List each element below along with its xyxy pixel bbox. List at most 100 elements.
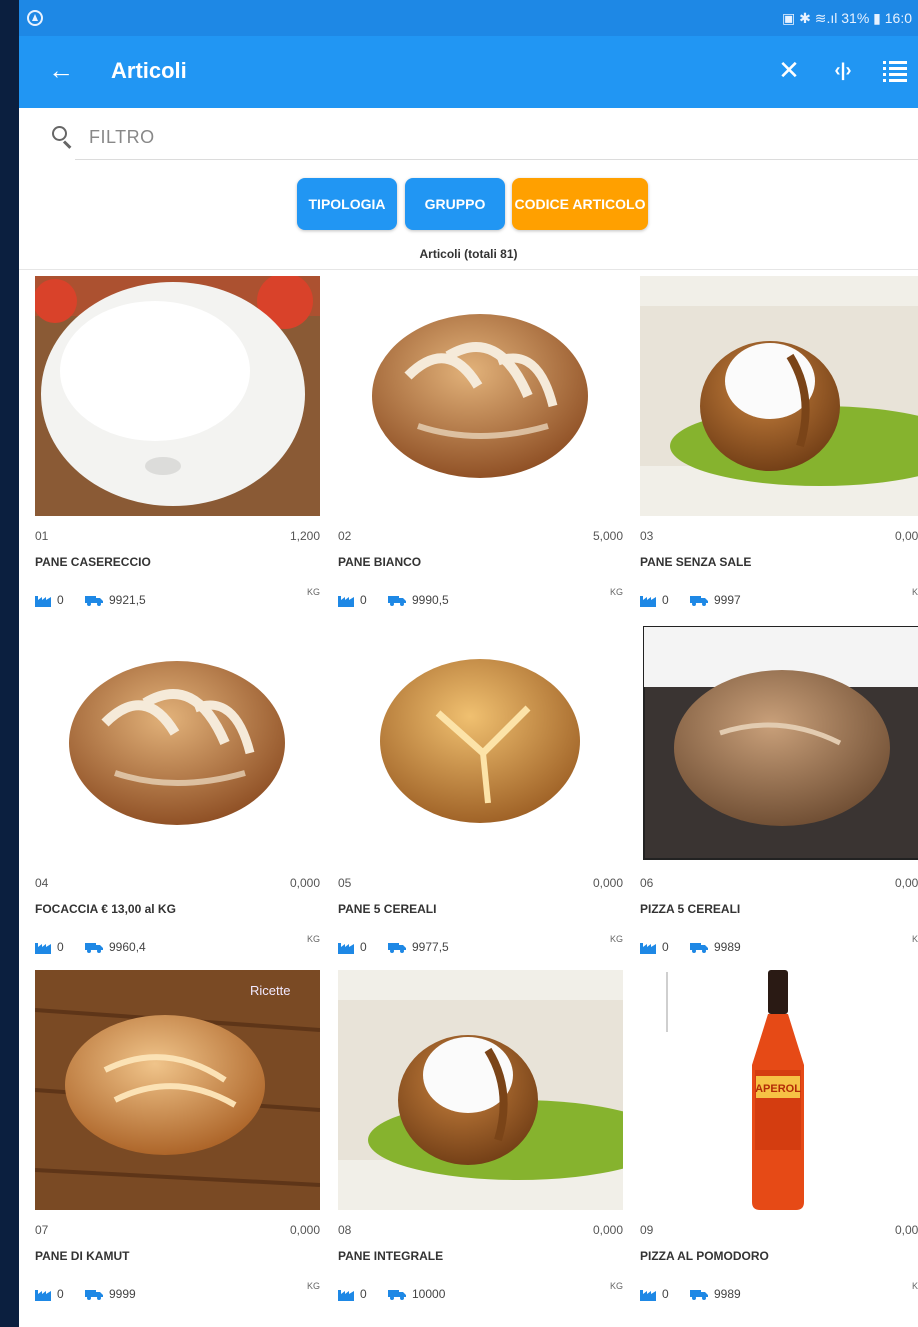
product-image[interactable] [338, 623, 623, 863]
truck-icon [690, 596, 708, 606]
product-code: 06 [640, 876, 654, 890]
availability-value: 9997 [714, 593, 741, 607]
product-image[interactable]: APEROL [640, 970, 918, 1210]
product-code: 07 [35, 1223, 49, 1237]
product-unit: KG [609, 587, 623, 597]
truck-icon [85, 1290, 103, 1300]
stock-value: 0 [57, 593, 64, 607]
product-code: 08 [338, 1223, 352, 1237]
codice-articolo-button[interactable]: CODICE ARTICOLO [512, 178, 648, 230]
truck-icon [690, 1290, 708, 1300]
product-name: PANE SENZA SALE [640, 555, 752, 569]
truck-icon [388, 1290, 406, 1300]
product-image[interactable] [35, 623, 320, 863]
availability-value: 9977,5 [412, 940, 449, 954]
truck-icon [388, 596, 406, 606]
filter-input[interactable] [75, 116, 918, 160]
product-image[interactable]: Ricette [35, 970, 320, 1210]
split-view-icon[interactable]: ‹|› [829, 56, 857, 84]
stock-value: 0 [360, 593, 367, 607]
product-card[interactable]: 06 0,000 PIZZA 5 CEREALI KG 0 9989 [640, 623, 918, 971]
factory-icon [35, 1290, 51, 1301]
product-image[interactable] [338, 276, 623, 516]
product-card[interactable]: 05 0,000 PANE 5 CEREALI KG 0 9977,5 [338, 623, 623, 971]
factory-icon [640, 596, 656, 607]
stock-value: 0 [662, 1287, 669, 1301]
product-image[interactable] [35, 276, 320, 516]
product-unit: KG [306, 934, 320, 944]
search-icon [52, 126, 74, 149]
product-unit: KG [306, 587, 320, 597]
product-name: PIZZA AL POMODORO [640, 1249, 769, 1263]
factory-icon [640, 1290, 656, 1301]
list-icon[interactable] [883, 58, 907, 82]
truck-icon [388, 943, 406, 953]
product-name: PANE INTEGRALE [338, 1249, 444, 1263]
product-unit: KG [306, 1281, 320, 1291]
product-name: PIZZA 5 CEREALI [640, 902, 741, 916]
product-quantity: 0,000 [592, 1223, 623, 1237]
product-image[interactable] [338, 970, 623, 1210]
product-card[interactable]: 03 0,000 PANE SENZA SALE KG 0 9997 [640, 276, 918, 624]
product-card[interactable]: 04 0,000 FOCACCIA € 13,00 al KG KG 0 996… [35, 623, 320, 971]
product-quantity: 0,000 [592, 876, 623, 890]
product-code: 05 [338, 876, 352, 890]
watermark-text: Ricette [250, 983, 290, 998]
app-screen: ▣ ✱ ≋.ıl 31% ▮ 16:0 ← Articoli ✕ ‹|› TIP… [19, 0, 918, 1327]
product-name: PANE CASERECCIO [35, 555, 151, 569]
stock-value: 0 [57, 1287, 64, 1301]
availability-value: 9989 [714, 940, 741, 954]
product-card[interactable]: 02 5,000 PANE BIANCO KG 0 9990,5 [338, 276, 623, 624]
stock-value: 0 [360, 940, 367, 954]
availability-value: 10000 [412, 1287, 446, 1301]
product-card[interactable]: Ricette 07 0,000 PANE DI KAMUT KG 0 9999 [35, 970, 320, 1318]
truck-icon [85, 943, 103, 953]
product-quantity: 5,000 [592, 529, 623, 543]
tipologia-button[interactable]: TIPOLOGIA [297, 178, 397, 230]
product-unit: KG [911, 587, 918, 597]
stock-value: 0 [662, 940, 669, 954]
product-code: 04 [35, 876, 49, 890]
notification-icon [27, 10, 43, 26]
product-quantity: 0,000 [894, 876, 918, 890]
factory-icon [35, 943, 51, 954]
availability-value: 9921,5 [109, 593, 146, 607]
factory-icon [338, 943, 354, 954]
product-unit: KG [911, 1281, 918, 1291]
svg-text:APEROL: APEROL [755, 1083, 801, 1095]
search-bar [19, 108, 918, 164]
product-card[interactable]: 01 1,200 PANE CASERECCIO KG 0 9921,5 [35, 276, 320, 624]
status-bar: ▣ ✱ ≋.ıl 31% ▮ 16:0 [19, 0, 918, 36]
product-quantity: 0,000 [894, 529, 918, 543]
close-icon[interactable]: ✕ [775, 56, 803, 84]
product-unit: KG [609, 934, 623, 944]
product-code: 03 [640, 529, 654, 543]
stock-value: 0 [57, 940, 64, 954]
product-name: PANE DI KAMUT [35, 1249, 130, 1263]
product-quantity: 0,000 [894, 1223, 918, 1237]
status-indicators: ▣ ✱ ≋.ıl 31% ▮ 16:0 [782, 10, 912, 26]
product-code: 09 [640, 1223, 654, 1237]
product-name: FOCACCIA € 13,00 al KG [35, 902, 176, 916]
availability-value: 9990,5 [412, 593, 449, 607]
product-quantity: 1,200 [289, 529, 320, 543]
app-bar: ← Articoli ✕ ‹|› [19, 36, 918, 108]
truck-icon [85, 596, 103, 606]
total-count-label: Articoli (totali 81) [419, 247, 518, 261]
availability-value: 9999 [109, 1287, 136, 1301]
product-card[interactable]: APEROL 09 0,000 PIZZA AL POMODORO KG 0 9… [640, 970, 918, 1318]
product-code: 01 [35, 529, 49, 543]
gruppo-button[interactable]: GRUPPO [405, 178, 505, 230]
truck-icon [690, 943, 708, 953]
product-image[interactable] [640, 623, 918, 863]
back-arrow-icon[interactable]: ← [47, 56, 75, 84]
product-quantity: 0,000 [289, 1223, 320, 1237]
availability-value: 9960,4 [109, 940, 146, 954]
product-image[interactable] [640, 276, 918, 516]
factory-icon [640, 943, 656, 954]
product-unit: KG [911, 934, 918, 944]
stock-value: 0 [662, 593, 669, 607]
availability-value: 9989 [714, 1287, 741, 1301]
product-name: PANE BIANCO [338, 555, 422, 569]
product-card[interactable]: 08 0,000 PANE INTEGRALE KG 0 10000 [338, 970, 623, 1318]
